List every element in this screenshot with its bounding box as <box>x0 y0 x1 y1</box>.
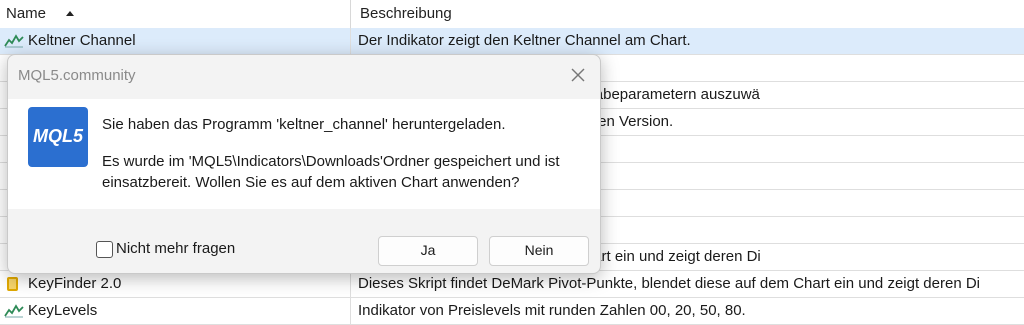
download-dialog: MQL5.community MQL5 Sie haben das Progra… <box>7 54 601 274</box>
no-button[interactable]: Nein <box>489 236 589 266</box>
row-description: Der Indikator zeigt den Keltner Channel … <box>358 32 691 49</box>
checkbox-label[interactable]: Nicht mehr fragen <box>116 240 235 257</box>
row-description: Dieses Skript findet DeMark Pivot-Punkte… <box>358 275 980 292</box>
table-row[interactable]: KeyLevels Indikator von Preislevels mit r… <box>0 298 1024 325</box>
column-divider[interactable] <box>350 0 351 28</box>
dialog-title: MQL5.community <box>18 67 136 84</box>
download-message: Sie haben das Programm 'keltner_channel'… <box>102 116 506 133</box>
script-icon <box>4 276 24 292</box>
row-divider <box>350 28 351 55</box>
table-header: Name Beschreibung <box>0 0 1024 29</box>
row-divider <box>350 298 351 325</box>
table-row[interactable]: Keltner Channel Der Indikator zeigt den K… <box>0 28 1024 55</box>
mql5-logo: MQL5 <box>28 107 88 167</box>
indicator-icon <box>4 33 24 49</box>
column-header-name[interactable]: Name <box>6 5 46 22</box>
row-description: Indikator von Preislevels mit runden Zah… <box>358 302 746 319</box>
dialog-body: MQL5 Sie haben das Programm 'keltner_cha… <box>8 99 600 209</box>
close-icon[interactable] <box>568 65 588 85</box>
table-row[interactable]: KeyFinder 2.0 Dieses Skript findet DeMark… <box>0 271 1024 298</box>
checkbox-box[interactable] <box>96 241 113 258</box>
apply-question: Es wurde im 'MQL5\Indicators\Downloads'O… <box>102 153 560 191</box>
indicator-icon <box>4 303 24 319</box>
row-name: KeyFinder 2.0 <box>28 275 122 292</box>
column-header-description[interactable]: Beschreibung <box>360 5 452 22</box>
yes-button[interactable]: Ja <box>378 236 478 266</box>
logo-text: MQL5 <box>32 126 83 146</box>
row-name: Keltner Channel <box>28 32 136 49</box>
sort-ascending-icon[interactable] <box>66 11 74 16</box>
row-divider <box>350 271 351 298</box>
row-name: KeyLevels <box>28 302 98 319</box>
